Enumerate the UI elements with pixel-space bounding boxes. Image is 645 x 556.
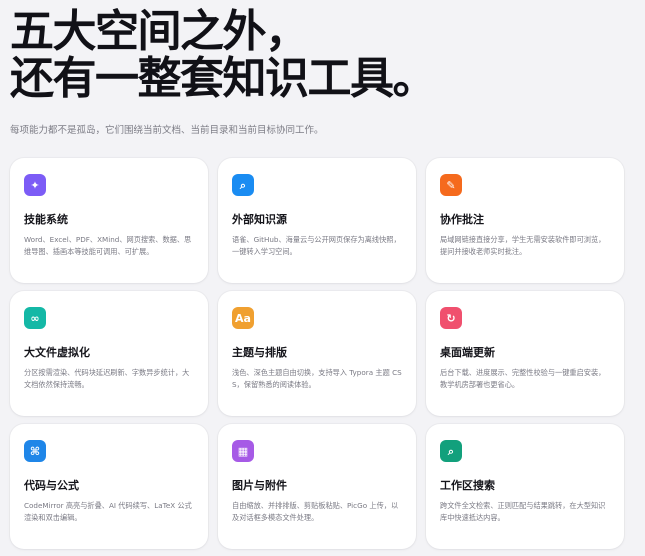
feature-title: 技能系统 bbox=[24, 213, 68, 226]
feature-description: 分区按需渲染、代码块延迟刷新、字数异步统计，大文档依然保持流畅。 bbox=[24, 368, 190, 389]
feature-card: ✎ 协作批注 局域网链接直接分享，学生无需安装软件即可浏览，提问并接收老师实时批… bbox=[426, 158, 624, 283]
feature-description: 语雀、GitHub、海量云与公开网页保存为离线快照，一键转入学习空间。 bbox=[232, 235, 401, 256]
hero-subtitle: 每项能力都不是孤岛，它们围绕当前文档、当前目录和当前目标协同工作。 bbox=[10, 125, 324, 136]
feature-description: 后台下载、进度展示、完整性校验与一键重启安装，教学机房部署也更省心。 bbox=[440, 368, 606, 389]
hero-title-line-1: 五大空间之外， bbox=[10, 6, 309, 57]
command-icon: ⌘ bbox=[24, 440, 46, 462]
feature-grid: ✦ 技能系统 Word、Excel、PDF、XMind、网页搜索、数据、思维导图… bbox=[10, 158, 625, 549]
feature-description: CodeMirror 高亮与折叠、AI 代码续写、LaTeX 公式渲染和双击编辑… bbox=[24, 501, 192, 522]
search-icon: ⌕ bbox=[232, 174, 254, 196]
hero-title-line-2: 还有一整套知识工具。 bbox=[10, 53, 437, 104]
feature-card: ⌕ 外部知识源 语雀、GitHub、海量云与公开网页保存为离线快照，一键转入学习… bbox=[218, 158, 416, 283]
refresh-icon: ↻ bbox=[440, 307, 462, 329]
feature-title: 主题与排版 bbox=[232, 346, 287, 359]
feature-description: 跨文件全文检索、正则匹配与结果跳转，在大型知识库中快速抵达内容。 bbox=[440, 501, 606, 522]
hero-title: 五大空间之外， 还有一整套知识工具。 bbox=[10, 8, 645, 102]
feature-title: 外部知识源 bbox=[232, 213, 287, 226]
feature-card: ✦ 技能系统 Word、Excel、PDF、XMind、网页搜索、数据、思维导图… bbox=[10, 158, 208, 283]
feature-title: 图片与附件 bbox=[232, 479, 287, 492]
feature-title: 代码与公式 bbox=[24, 479, 79, 492]
image-icon: ▦ bbox=[232, 440, 254, 462]
search-icon: ⌕ bbox=[440, 440, 462, 462]
feature-card: Aa 主题与排版 浅色、深色主题自由切换，支持导入 Typora 主题 CSS，… bbox=[218, 291, 416, 416]
feature-description: 自由缩放、并排排版、剪贴板粘贴、PicGo 上传，以及对话框多模态文件处理。 bbox=[232, 501, 399, 522]
feature-title: 协作批注 bbox=[440, 213, 484, 226]
comment-icon: ✎ bbox=[440, 174, 462, 196]
feature-card: ▦ 图片与附件 自由缩放、并排排版、剪贴板粘贴、PicGo 上传，以及对话框多模… bbox=[218, 424, 416, 549]
feature-card: ⌕ 工作区搜索 跨文件全文检索、正则匹配与结果跳转，在大型知识库中快速抵达内容。 bbox=[426, 424, 624, 549]
feature-card: ⌘ 代码与公式 CodeMirror 高亮与折叠、AI 代码续写、LaTeX 公… bbox=[10, 424, 208, 549]
feature-title: 大文件虚拟化 bbox=[24, 346, 90, 359]
feature-title: 桌面端更新 bbox=[440, 346, 495, 359]
hero-section: 五大空间之外， 还有一整套知识工具。 每项能力都不是孤岛，它们围绕当前文档、当前… bbox=[10, 8, 645, 136]
feature-title: 工作区搜索 bbox=[440, 479, 495, 492]
sparkle-icon: ✦ bbox=[24, 174, 46, 196]
feature-description: 浅色、深色主题自由切换，支持导入 Typora 主题 CSS，保留熟悉的阅读体验… bbox=[232, 368, 402, 389]
infinity-icon: ∞ bbox=[24, 307, 46, 329]
feature-card: ∞ 大文件虚拟化 分区按需渲染、代码块延迟刷新、字数异步统计，大文档依然保持流畅… bbox=[10, 291, 208, 416]
feature-card: ↻ 桌面端更新 后台下载、进度展示、完整性校验与一键重启安装，教学机房部署也更省… bbox=[426, 291, 624, 416]
typography-icon: Aa bbox=[232, 307, 254, 329]
feature-description: 局域网链接直接分享，学生无需安装软件即可浏览，提问并接收老师实时批注。 bbox=[440, 235, 606, 256]
feature-description: Word、Excel、PDF、XMind、网页搜索、数据、思维导图、插画本等技能… bbox=[24, 235, 192, 256]
